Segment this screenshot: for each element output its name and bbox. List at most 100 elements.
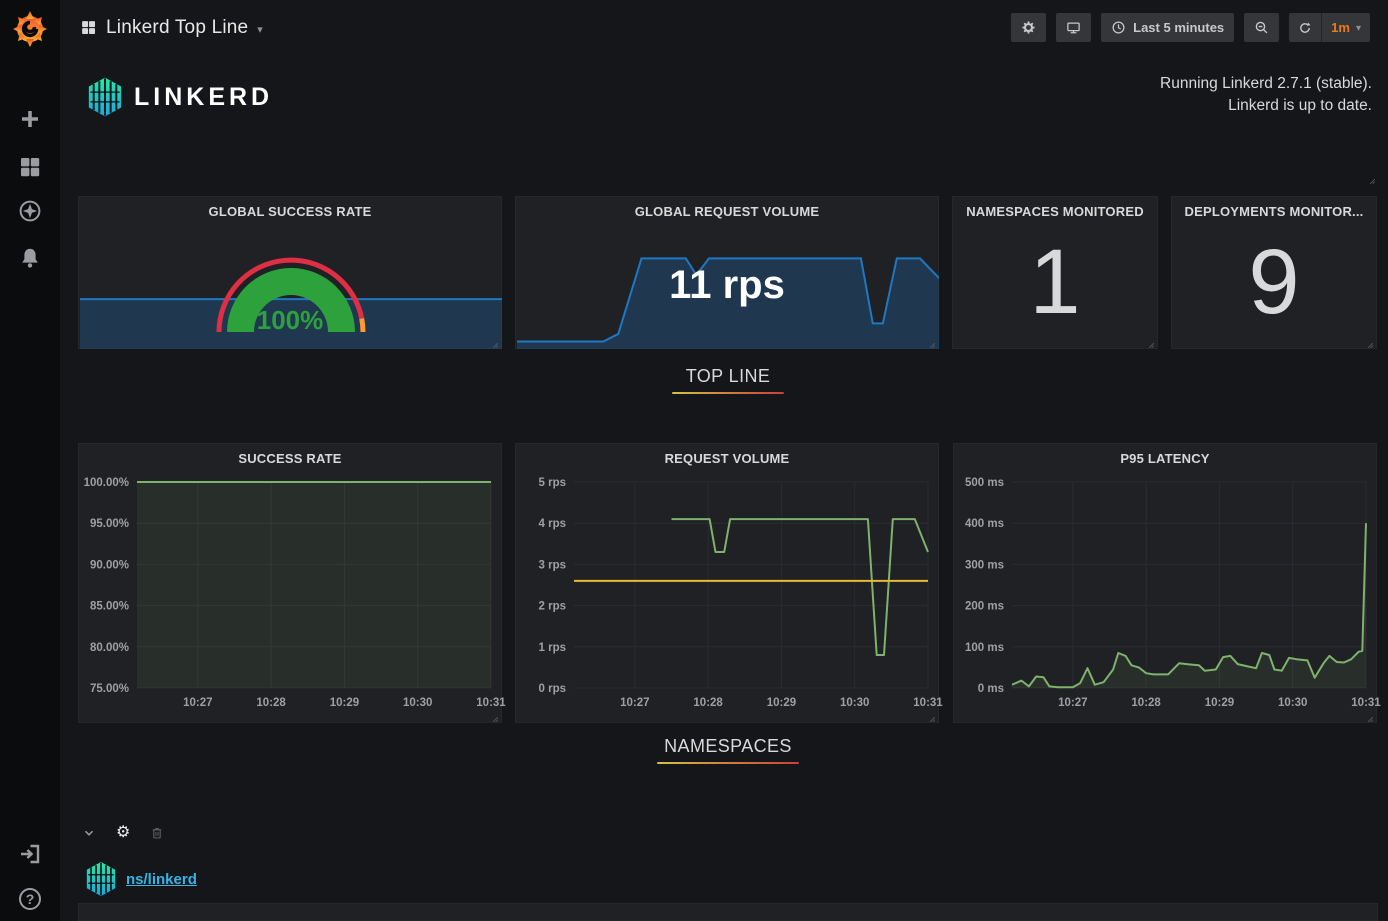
row-delete-trash-icon[interactable] — [150, 826, 164, 840]
svg-text:90.00%: 90.00% — [90, 559, 129, 571]
deployments-monitored-panel: DEPLOYMENTS MONITOR... 9 — [1171, 196, 1377, 349]
grafana-logo-icon[interactable] — [10, 8, 50, 48]
panel-resize-handle[interactable] — [1364, 336, 1374, 346]
row-header-namespaces[interactable]: NAMESPACES — [78, 736, 1378, 776]
svg-text:10:31: 10:31 — [476, 697, 506, 709]
request-volume-chart: 10:2710:2810:2910:3010:310 rps1 rps2 rps… — [516, 474, 940, 718]
panel-title[interactable]: P95 LATENCY — [954, 451, 1376, 466]
row-underline — [657, 762, 799, 764]
panel-resize-handle[interactable] — [926, 336, 936, 346]
stat-value: 11 rps — [516, 263, 938, 308]
svg-text:10:29: 10:29 — [767, 697, 796, 709]
sign-in-icon[interactable] — [18, 842, 42, 866]
panel-title[interactable]: GLOBAL REQUEST VOLUME — [516, 204, 938, 219]
linkerd-version-status: Running Linkerd 2.7.1 (stable). Linkerd … — [1160, 73, 1372, 117]
svg-text:3 rps: 3 rps — [539, 559, 567, 571]
time-range-label: Last 5 minutes — [1133, 20, 1224, 35]
row-title: NAMESPACES — [664, 736, 792, 756]
svg-text:4 rps: 4 rps — [539, 518, 567, 530]
stat-value: 1 — [953, 197, 1157, 348]
linkerd-header-panel: LINKERD Running Linkerd 2.7.1 (stable). … — [78, 64, 1378, 184]
panel-title[interactable]: REQUEST VOLUME — [516, 451, 938, 466]
svg-text:10:31: 10:31 — [1351, 697, 1381, 709]
namespace-link[interactable]: ns/linkerd — [126, 871, 197, 888]
panel-resize-handle[interactable] — [1366, 172, 1376, 182]
success-rate-chart: 10:2710:2810:2910:3010:3175.00%80.00%85.… — [79, 474, 503, 718]
svg-text:75.00%: 75.00% — [90, 683, 129, 695]
svg-text:400 ms: 400 ms — [965, 518, 1004, 530]
panel-title[interactable]: DEPLOYMENTS MONITOR... — [1172, 204, 1376, 219]
linkerd-logo-icon — [84, 76, 126, 118]
grafana-dashboard: ? Linkerd Top Line ▾ Last 5 minutes 1m ▾ — [0, 0, 1388, 921]
caret-down-icon: ▾ — [257, 20, 263, 36]
tv-mode-button[interactable] — [1056, 13, 1091, 42]
status-line-2: Linkerd is up to date. — [1160, 95, 1372, 117]
refresh-button[interactable] — [1289, 13, 1321, 42]
global-success-rate-panel: GLOBAL SUCCESS RATE 100% — [78, 196, 502, 349]
refresh-interval-dropdown[interactable]: 1m ▾ — [1322, 13, 1370, 42]
svg-text:10:28: 10:28 — [693, 697, 723, 709]
navbar: Linkerd Top Line ▾ Last 5 minutes 1m ▾ — [60, 0, 1388, 55]
svg-text:10:28: 10:28 — [1131, 697, 1161, 709]
svg-text:10:29: 10:29 — [330, 697, 359, 709]
refresh-interval-value: 1m — [1331, 20, 1350, 35]
row-settings-gear-icon[interactable]: ⚙ — [116, 825, 130, 841]
time-range-button[interactable]: Last 5 minutes — [1101, 13, 1234, 42]
zoom-out-button[interactable] — [1244, 13, 1279, 42]
panel-resize-handle[interactable] — [489, 710, 499, 720]
help-question-glyph: ? — [26, 891, 35, 907]
explore-compass-icon[interactable] — [18, 199, 42, 223]
refresh-control: 1m ▾ — [1289, 13, 1370, 42]
svg-text:1 rps: 1 rps — [539, 642, 567, 654]
panel-resize-handle[interactable] — [1145, 336, 1155, 346]
row-underline — [672, 392, 784, 394]
zoom-out-icon — [1254, 20, 1269, 35]
clock-icon — [1111, 20, 1126, 35]
panel-resize-handle[interactable] — [489, 336, 499, 346]
svg-text:80.00%: 80.00% — [90, 642, 129, 654]
help-icon[interactable]: ? — [19, 888, 41, 910]
sidebar: ? — [0, 0, 60, 921]
svg-text:5 rps: 5 rps — [539, 477, 567, 489]
svg-text:200 ms: 200 ms — [965, 601, 1004, 613]
svg-text:300 ms: 300 ms — [965, 559, 1004, 571]
dashboards-icon[interactable] — [18, 155, 42, 179]
add-icon[interactable] — [18, 107, 42, 131]
panel-resize-handle[interactable] — [926, 710, 936, 720]
global-request-volume-panel: GLOBAL REQUEST VOLUME 11 rps — [515, 196, 939, 349]
svg-text:500 ms: 500 ms — [965, 477, 1004, 489]
chevron-down-icon[interactable] — [82, 826, 96, 840]
svg-text:100.00%: 100.00% — [84, 477, 129, 489]
request-volume-chart-panel: REQUEST VOLUME 10:2710:2810:2910:3010:31… — [515, 443, 939, 723]
alerting-bell-icon[interactable] — [18, 246, 42, 270]
status-line-1: Running Linkerd 2.7.1 (stable). — [1160, 73, 1372, 95]
p95-latency-chart: 10:2710:2810:2910:3010:310 ms100 ms200 m… — [954, 474, 1378, 718]
gauge-value: 100% — [79, 305, 501, 336]
p95-latency-chart-panel: P95 LATENCY 10:2710:2810:2910:3010:310 m… — [953, 443, 1377, 723]
row-header-top-line[interactable]: TOP LINE — [78, 366, 1378, 406]
success-rate-chart-panel: SUCCESS RATE 10:2710:2810:2910:3010:3175… — [78, 443, 502, 723]
gear-icon — [1021, 20, 1036, 35]
svg-text:2 rps: 2 rps — [539, 601, 567, 613]
stat-value: 9 — [1172, 197, 1376, 348]
namespace-link-row: ns/linkerd — [84, 858, 197, 900]
namespaces-monitored-panel: NAMESPACES MONITORED 1 — [952, 196, 1158, 349]
svg-text:10:27: 10:27 — [1058, 697, 1087, 709]
svg-text:10:30: 10:30 — [403, 697, 432, 709]
svg-text:10:27: 10:27 — [620, 697, 649, 709]
panel-title[interactable]: GLOBAL SUCCESS RATE — [79, 204, 501, 219]
caret-down-icon: ▾ — [1356, 21, 1361, 34]
dashboard-settings-button[interactable] — [1011, 13, 1046, 42]
svg-text:0 ms: 0 ms — [978, 683, 1004, 695]
monitor-icon — [1066, 20, 1081, 35]
linkerd-logo-icon — [84, 860, 118, 898]
svg-text:95.00%: 95.00% — [90, 518, 129, 530]
dashboard-title-menu[interactable]: Linkerd Top Line ▾ — [80, 0, 263, 55]
dashboard-grid-icon — [80, 19, 97, 36]
svg-text:85.00%: 85.00% — [90, 601, 129, 613]
panel-resize-handle[interactable] — [1364, 710, 1374, 720]
panel-title[interactable]: NAMESPACES MONITORED — [953, 204, 1157, 219]
svg-text:10:27: 10:27 — [183, 697, 212, 709]
panel-title[interactable]: SUCCESS RATE — [79, 451, 501, 466]
svg-text:10:30: 10:30 — [840, 697, 869, 709]
